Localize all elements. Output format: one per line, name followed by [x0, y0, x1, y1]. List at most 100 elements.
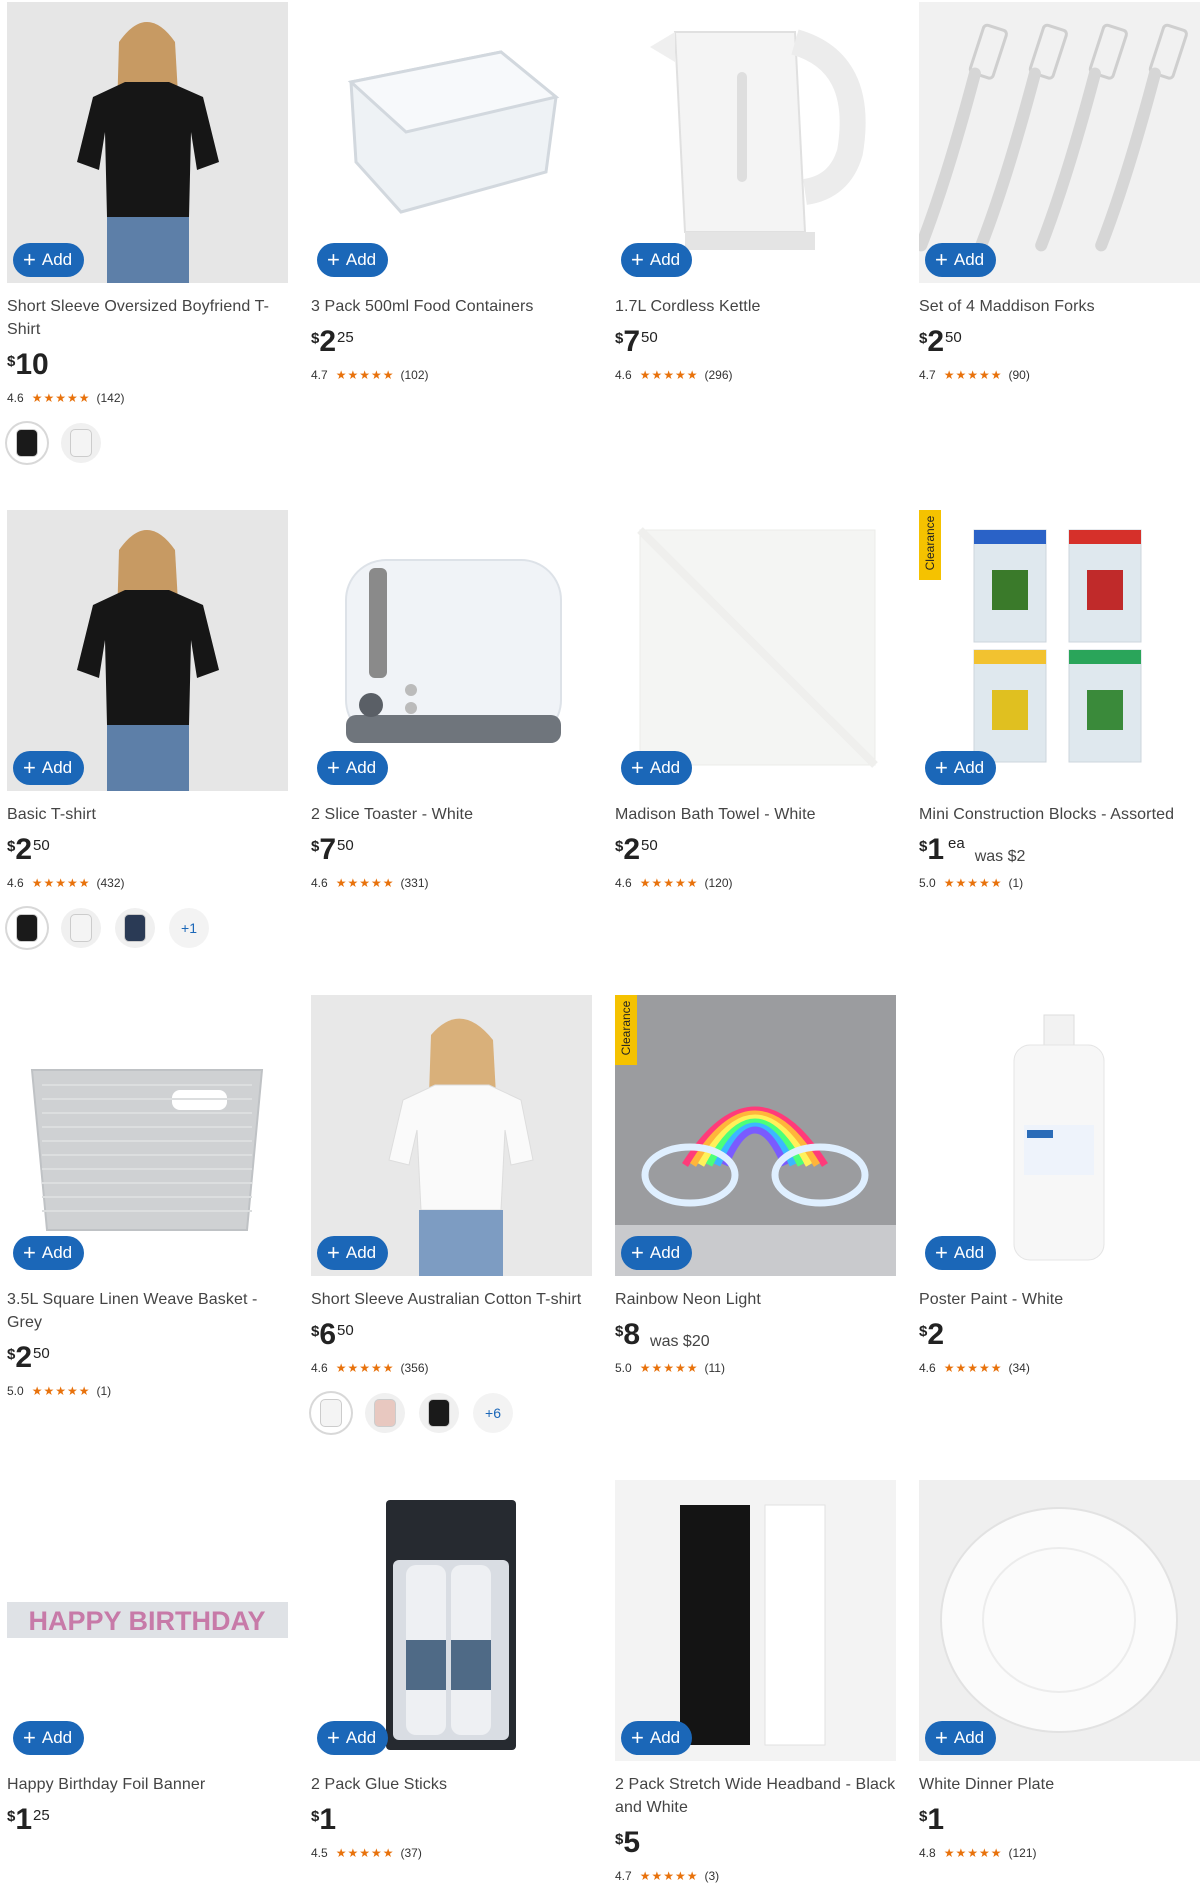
- product-card[interactable]: + Add 3.5L Square Linen Weave Basket - Gr…: [7, 995, 288, 1398]
- product-image[interactable]: + Add: [311, 995, 592, 1276]
- product-image[interactable]: Clearance + Add: [615, 995, 896, 1276]
- price: $ 2 50: [615, 834, 896, 866]
- product-name[interactable]: Rainbow Neon Light: [615, 1288, 896, 1311]
- color-swatch[interactable]: [115, 908, 155, 948]
- price: $ 2 50: [7, 834, 288, 866]
- product-image[interactable]: + Add: [311, 2, 592, 283]
- product-name[interactable]: 3.5L Square Linen Weave Basket - Grey: [7, 1288, 288, 1334]
- add-to-cart-button[interactable]: + Add: [925, 243, 997, 277]
- product-name[interactable]: 2 Pack Stretch Wide Headband - Black and…: [615, 1773, 896, 1819]
- add-to-cart-button[interactable]: + Add: [621, 751, 693, 785]
- product-card[interactable]: + Add Short Sleeve Australian Cotton T-sh…: [311, 995, 592, 1433]
- product-image[interactable]: Clearance + Add: [919, 510, 1200, 791]
- add-to-cart-button[interactable]: + Add: [925, 751, 997, 785]
- add-to-cart-button[interactable]: + Add: [621, 1721, 693, 1755]
- product-name[interactable]: 3 Pack 500ml Food Containers: [311, 295, 592, 318]
- product-image[interactable]: + Add: [311, 510, 592, 791]
- price: $ 1 ea was $2: [919, 834, 1200, 866]
- more-colors-button[interactable]: +1: [169, 908, 209, 948]
- product-name[interactable]: White Dinner Plate: [919, 1773, 1200, 1796]
- product-image[interactable]: + Add: [919, 1480, 1200, 1761]
- add-to-cart-button[interactable]: + Add: [621, 1236, 693, 1270]
- product-name[interactable]: Poster Paint - White: [919, 1288, 1200, 1311]
- price-dollars: 2: [15, 1341, 33, 1374]
- product-image[interactable]: + Add: [615, 510, 896, 791]
- product-card[interactable]: Clearance + Add Rainbow Neon Light $ 8 was…: [615, 995, 896, 1375]
- rating-value: 5.0: [615, 1361, 632, 1375]
- product-card[interactable]: + Add 1.7L Cordless Kettle $ 7 50 4.6 ★★★★…: [615, 2, 896, 382]
- product-image[interactable]: + Add: [919, 2, 1200, 283]
- product-image[interactable]: + Add: [919, 995, 1200, 1276]
- product-card[interactable]: Clearance + Add Mini Construction Blocks …: [919, 510, 1200, 890]
- review-count: (37): [400, 1846, 422, 1860]
- add-to-cart-button[interactable]: + Add: [317, 243, 389, 277]
- product-card[interactable]: + Add 2 Pack Stretch Wide Headband - Blac…: [615, 1480, 896, 1883]
- currency-symbol: $: [919, 1323, 928, 1340]
- add-to-cart-button[interactable]: + Add: [925, 1236, 997, 1270]
- price: $ 2: [919, 1319, 1200, 1351]
- color-swatch[interactable]: [419, 1393, 459, 1433]
- more-colors-button[interactable]: +6: [473, 1393, 513, 1433]
- add-label: Add: [41, 1243, 73, 1262]
- product-card[interactable]: + Add Short Sleeve Oversized Boyfriend T-…: [7, 2, 288, 463]
- currency-symbol: $: [7, 1808, 16, 1825]
- product-name[interactable]: 2 Slice Toaster - White: [311, 803, 592, 826]
- color-swatch[interactable]: [365, 1393, 405, 1433]
- star-icons: ★★★★★: [335, 1361, 395, 1375]
- product-card[interactable]: + Add 2 Pack Glue Sticks $ 1 4.5 ★★★★★ (3…: [311, 1480, 592, 1860]
- product-image[interactable]: HAPPY BIRTHDAY + Add: [7, 1480, 288, 1761]
- rating: 4.8 ★★★★★ (121): [919, 1846, 1200, 1860]
- add-to-cart-button[interactable]: + Add: [13, 243, 85, 277]
- was-price: was $2: [974, 848, 1026, 865]
- product-name[interactable]: Happy Birthday Foil Banner: [7, 1773, 288, 1796]
- product-image[interactable]: + Add: [7, 995, 288, 1276]
- add-to-cart-button[interactable]: + Add: [621, 243, 693, 277]
- product-image[interactable]: + Add: [7, 510, 288, 791]
- product-name[interactable]: Madison Bath Towel - White: [615, 803, 896, 826]
- product-card[interactable]: HAPPY BIRTHDAY + Add Happy Birthday Foil …: [7, 1480, 288, 1836]
- add-to-cart-button[interactable]: + Add: [317, 751, 389, 785]
- product-image[interactable]: + Add: [311, 1480, 592, 1761]
- color-swatch[interactable]: [7, 908, 47, 948]
- product-name[interactable]: Short Sleeve Oversized Boyfriend T-Shirt: [7, 295, 288, 341]
- black-tshirt-image: [7, 2, 288, 283]
- product-name[interactable]: Short Sleeve Australian Cotton T-shirt: [311, 1288, 592, 1311]
- product-card[interactable]: + Add Poster Paint - White $ 2 4.6 ★★★★★ …: [919, 995, 1200, 1375]
- rating-value: 5.0: [919, 876, 936, 890]
- product-image[interactable]: + Add: [615, 1480, 896, 1761]
- add-to-cart-button[interactable]: + Add: [13, 751, 85, 785]
- price-dollars: 1: [15, 1803, 33, 1836]
- product-card[interactable]: + Add Basic T-shirt $ 2 50 4.6 ★★★★★ (432)…: [7, 510, 288, 948]
- product-name[interactable]: Basic T-shirt: [7, 803, 288, 826]
- product-image[interactable]: + Add: [615, 2, 896, 283]
- product-card[interactable]: + Add White Dinner Plate $ 1 4.8 ★★★★★ (1…: [919, 1480, 1200, 1860]
- rating: 4.6 ★★★★★ (331): [311, 876, 592, 890]
- add-label: Add: [345, 758, 377, 777]
- product-name[interactable]: 2 Pack Glue Sticks: [311, 1773, 592, 1796]
- product-card[interactable]: + Add Madison Bath Towel - White $ 2 50 4.…: [615, 510, 896, 890]
- product-image[interactable]: + Add: [7, 2, 288, 283]
- product-name[interactable]: Mini Construction Blocks - Assorted: [919, 803, 1200, 826]
- product-name[interactable]: 1.7L Cordless Kettle: [615, 295, 896, 318]
- review-count: (3): [704, 1869, 720, 1883]
- price-dollars: 8: [623, 1318, 641, 1351]
- color-swatch[interactable]: [311, 1393, 351, 1433]
- product-card[interactable]: + Add Set of 4 Maddison Forks $ 2 50 4.7 ★…: [919, 2, 1200, 382]
- add-label: Add: [649, 758, 681, 777]
- price: $ 2 50: [919, 326, 1200, 358]
- add-to-cart-button[interactable]: + Add: [317, 1721, 389, 1755]
- add-to-cart-button[interactable]: + Add: [925, 1721, 997, 1755]
- add-to-cart-button[interactable]: + Add: [13, 1721, 85, 1755]
- add-to-cart-button[interactable]: + Add: [317, 1236, 389, 1270]
- color-swatch[interactable]: [7, 423, 47, 463]
- color-swatch[interactable]: [61, 423, 101, 463]
- add-label: Add: [953, 1728, 985, 1747]
- product-card[interactable]: + Add 2 Slice Toaster - White $ 7 50 4.6 ★…: [311, 510, 592, 890]
- product-name[interactable]: Set of 4 Maddison Forks: [919, 295, 1200, 318]
- price-cents: 50: [33, 1345, 50, 1362]
- price: $ 6 50: [311, 1319, 592, 1351]
- price-dollars: 5: [623, 1826, 641, 1859]
- add-to-cart-button[interactable]: + Add: [13, 1236, 85, 1270]
- color-swatch[interactable]: [61, 908, 101, 948]
- product-card[interactable]: + Add 3 Pack 500ml Food Containers $ 2 25 …: [311, 2, 592, 382]
